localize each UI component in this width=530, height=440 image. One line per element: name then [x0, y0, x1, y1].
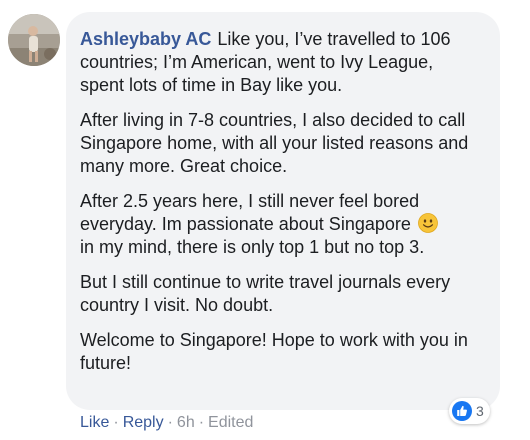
reaction-count: 3	[476, 403, 484, 419]
comment-bubble: Ashleybaby AC Like you, I’ve travelled to…	[66, 12, 500, 410]
reaction-badge[interactable]: 3	[449, 398, 490, 424]
comment: Ashleybaby AC Like you, I’ve travelled to…	[0, 0, 530, 440]
separator: ·	[167, 414, 173, 431]
comment-text: in my mind, there is only top 1 but no t…	[80, 237, 425, 257]
comment-paragraph-1: Ashleybaby AC Like you, I’ve travelled to…	[80, 28, 482, 97]
reply-link[interactable]: Reply	[123, 414, 164, 431]
comment-paragraph-2: After living in 7-8 countries, I also de…	[80, 110, 469, 176]
edited-link[interactable]: Edited	[208, 414, 253, 431]
comment-paragraph-4: But I still continue to write travel jou…	[80, 272, 451, 315]
comment-paragraph-3: After 2.5 years here, I still never feel…	[80, 190, 482, 259]
like-link[interactable]: Like	[80, 414, 109, 431]
slightly-smiling-face-icon	[417, 213, 438, 233]
avatar[interactable]	[8, 14, 60, 66]
separator: ·	[113, 414, 119, 431]
timestamp-link[interactable]: 6h	[177, 414, 195, 431]
comment-actions: Like · Reply · 6h · Edited	[80, 412, 253, 434]
author-name[interactable]: Ashleybaby AC	[80, 29, 211, 49]
comment-text: After 2.5 years here, I still never feel…	[80, 191, 420, 234]
comment-paragraph-5: Welcome to Singapore! Hope to work with …	[80, 330, 468, 373]
separator: ·	[198, 414, 205, 431]
avatar-photo	[8, 14, 60, 66]
like-icon	[452, 401, 472, 421]
